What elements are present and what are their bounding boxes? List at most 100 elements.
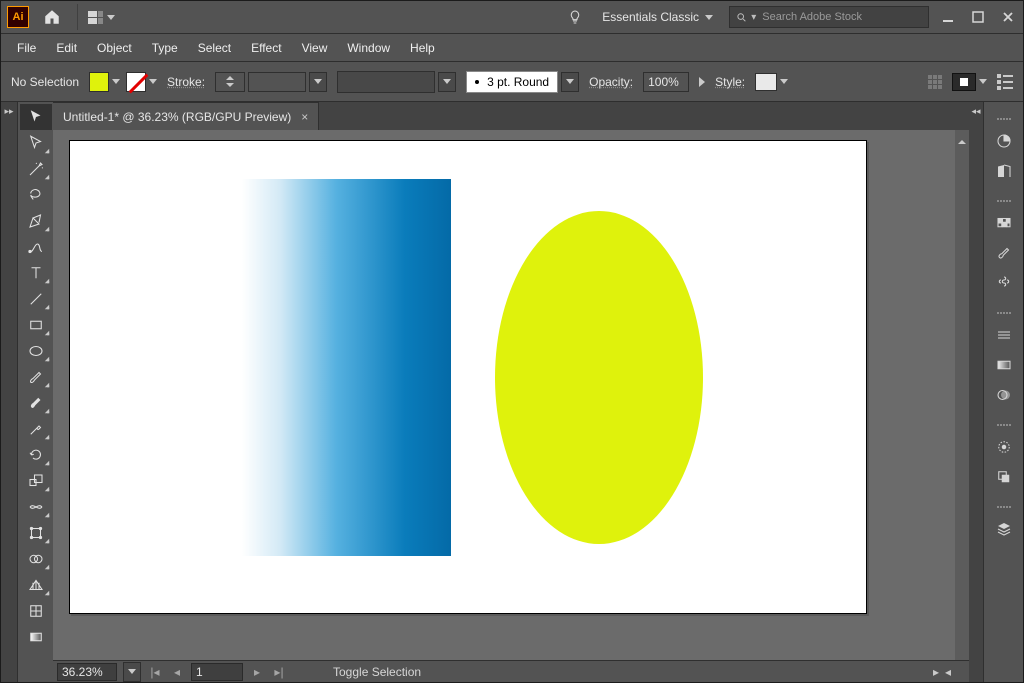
magic-wand-tool[interactable] bbox=[20, 156, 52, 182]
color-panel[interactable] bbox=[989, 128, 1019, 154]
free-transform-tool[interactable] bbox=[20, 520, 52, 546]
zoom-dropdown[interactable] bbox=[123, 662, 141, 682]
hscroll-right-button[interactable]: ▸ bbox=[933, 665, 939, 679]
stroke-label[interactable]: Stroke: bbox=[167, 75, 205, 89]
app-bar: Ai Essentials Classic ▾ bbox=[1, 1, 1023, 34]
menu-effect[interactable]: Effect bbox=[241, 37, 291, 59]
minimize-button[interactable] bbox=[939, 8, 957, 26]
lasso-tool[interactable] bbox=[20, 182, 52, 208]
variable-width-profile[interactable]: 3 pt. Round bbox=[466, 71, 579, 93]
tools-collapse-handle[interactable]: ▸▸ bbox=[1, 102, 17, 682]
arrange-documents-button[interactable] bbox=[84, 9, 119, 26]
menu-edit[interactable]: Edit bbox=[46, 37, 87, 59]
brush-definition-preview bbox=[337, 71, 435, 93]
separator bbox=[77, 4, 78, 30]
menu-type[interactable]: Type bbox=[142, 37, 188, 59]
artwork-gradient-rectangle[interactable] bbox=[242, 179, 451, 556]
stroke-swatch-none bbox=[126, 72, 146, 92]
panel-group-grip[interactable] bbox=[993, 312, 1015, 316]
document-tab[interactable]: Untitled-1* @ 36.23% (RGB/GPU Preview) × bbox=[53, 102, 319, 130]
paintbrush-tool[interactable] bbox=[20, 364, 52, 390]
artwork-yellow-ellipse[interactable] bbox=[495, 211, 703, 544]
last-artboard-button[interactable]: ▸| bbox=[271, 664, 287, 680]
home-button[interactable] bbox=[39, 4, 65, 30]
swatches-panel[interactable] bbox=[989, 210, 1019, 236]
menu-help[interactable]: Help bbox=[400, 37, 445, 59]
graphic-styles-panel[interactable] bbox=[989, 464, 1019, 490]
brush-definition-dropdown[interactable] bbox=[438, 72, 456, 92]
rotate-tool[interactable] bbox=[20, 442, 52, 468]
blob-brush-tool[interactable] bbox=[20, 390, 52, 416]
next-artboard-button[interactable]: ▸ bbox=[249, 664, 265, 680]
stroke-color-picker[interactable] bbox=[126, 72, 157, 92]
stock-search-field[interactable]: ▾ bbox=[729, 6, 929, 28]
vertical-scrollbar[interactable] bbox=[955, 130, 969, 660]
gradient-tool[interactable] bbox=[20, 624, 52, 650]
stock-search-input[interactable] bbox=[760, 10, 922, 24]
status-message: Toggle Selection bbox=[333, 665, 421, 679]
opacity-field[interactable]: 100% bbox=[643, 72, 689, 92]
first-artboard-button[interactable]: |◂ bbox=[147, 664, 163, 680]
layers-panel[interactable] bbox=[989, 516, 1019, 542]
workspace-switcher[interactable]: Essentials Classic bbox=[596, 8, 719, 26]
direct-selection-tool[interactable] bbox=[20, 130, 52, 156]
selection-tool[interactable] bbox=[20, 104, 52, 130]
graphic-style-picker[interactable] bbox=[755, 73, 788, 91]
preferences-button[interactable] bbox=[997, 74, 1013, 90]
brushes-panel[interactable] bbox=[989, 240, 1019, 266]
chevron-down-icon bbox=[107, 15, 115, 20]
panel-group-grip[interactable] bbox=[993, 424, 1015, 428]
scale-tool[interactable] bbox=[20, 468, 52, 494]
panel-group-grip[interactable] bbox=[993, 506, 1015, 510]
canvas-area[interactable] bbox=[53, 130, 969, 660]
panel-group-grip[interactable] bbox=[993, 200, 1015, 204]
close-tab-button[interactable]: × bbox=[301, 110, 308, 124]
main-area: ▸▸ Untitled bbox=[1, 102, 1023, 682]
tips-button[interactable] bbox=[562, 4, 588, 30]
workspace-label: Essentials Classic bbox=[602, 10, 699, 24]
zoom-field[interactable]: 36.23% bbox=[57, 663, 117, 681]
document-setup-button[interactable] bbox=[952, 73, 987, 91]
curvature-tool[interactable] bbox=[20, 234, 52, 260]
menu-file[interactable]: File bbox=[7, 37, 46, 59]
align-panel-icon[interactable] bbox=[928, 75, 942, 89]
stroke-weight-dropdown[interactable] bbox=[309, 72, 327, 92]
artboard-number-field[interactable]: 1 bbox=[191, 663, 243, 681]
chevron-down-icon bbox=[705, 15, 713, 20]
prev-artboard-button[interactable]: ◂ bbox=[169, 664, 185, 680]
opacity-popup-arrow[interactable] bbox=[699, 77, 705, 87]
stroke-panel[interactable] bbox=[989, 322, 1019, 348]
line-segment-tool[interactable] bbox=[20, 286, 52, 312]
color-guide-panel[interactable] bbox=[989, 158, 1019, 184]
right-panel-dock bbox=[983, 102, 1023, 682]
close-button[interactable] bbox=[999, 8, 1017, 26]
scroll-up-button[interactable] bbox=[955, 130, 969, 144]
eyedropper-tool[interactable] bbox=[20, 416, 52, 442]
menu-window[interactable]: Window bbox=[337, 37, 400, 59]
hscroll-left-button[interactable]: ◂ bbox=[945, 665, 951, 679]
transparency-panel[interactable] bbox=[989, 382, 1019, 408]
perspective-grid-tool[interactable] bbox=[20, 572, 52, 598]
chevron-down-icon bbox=[149, 79, 157, 84]
pen-tool[interactable] bbox=[20, 208, 52, 234]
fill-color-picker[interactable] bbox=[89, 72, 120, 92]
menu-view[interactable]: View bbox=[292, 37, 338, 59]
panel-group-grip[interactable] bbox=[993, 118, 1015, 122]
symbols-panel[interactable] bbox=[989, 270, 1019, 296]
gradient-panel[interactable] bbox=[989, 352, 1019, 378]
opacity-label[interactable]: Opacity: bbox=[589, 75, 633, 89]
type-tool[interactable] bbox=[20, 260, 52, 286]
appearance-panel[interactable] bbox=[989, 434, 1019, 460]
app-logo: Ai bbox=[7, 6, 29, 28]
panels-collapse-handle[interactable]: ◂◂ bbox=[969, 102, 983, 682]
shape-builder-tool[interactable] bbox=[20, 546, 52, 572]
ellipse-tool[interactable] bbox=[20, 338, 52, 364]
rectangle-tool[interactable] bbox=[20, 312, 52, 338]
maximize-button[interactable] bbox=[969, 8, 987, 26]
artboard[interactable] bbox=[69, 140, 867, 614]
stroke-weight-stepper[interactable] bbox=[215, 72, 245, 92]
menu-select[interactable]: Select bbox=[188, 37, 241, 59]
width-tool[interactable] bbox=[20, 494, 52, 520]
menu-object[interactable]: Object bbox=[87, 37, 142, 59]
mesh-tool[interactable] bbox=[20, 598, 52, 624]
